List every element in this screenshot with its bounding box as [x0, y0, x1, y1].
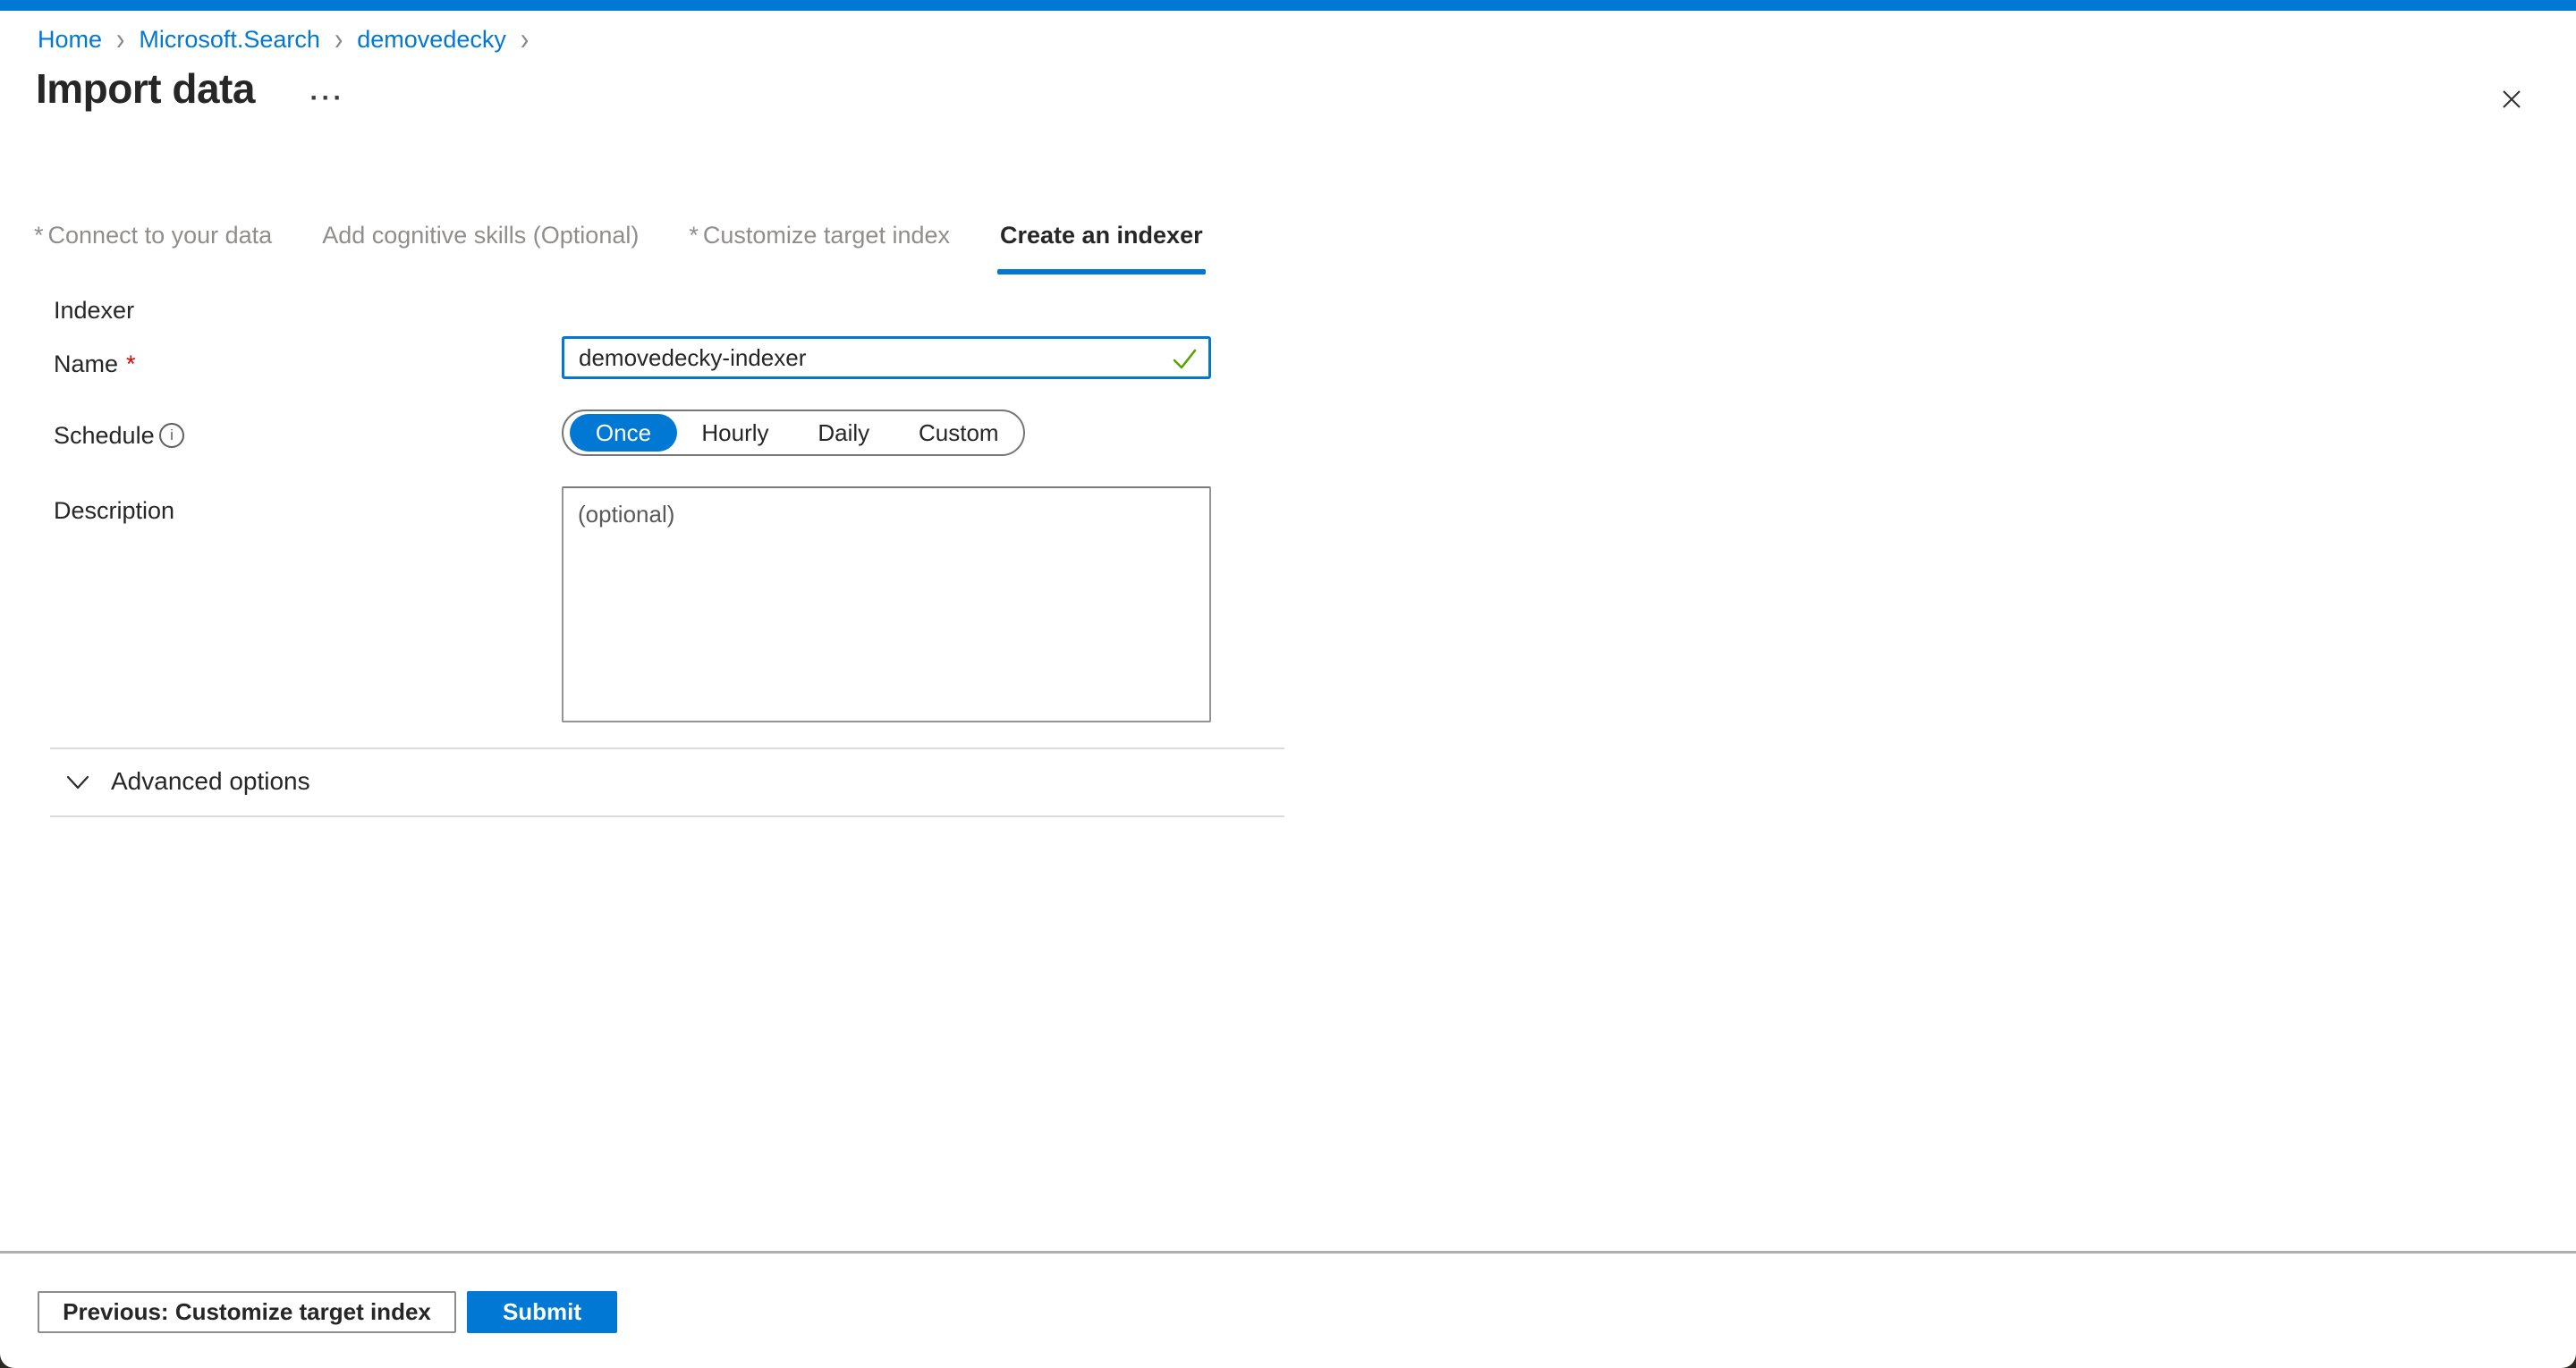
schedule-label: Schedule [54, 422, 155, 450]
schedule-option-hourly[interactable]: Hourly [701, 419, 768, 447]
schedule-option-custom[interactable]: Custom [919, 419, 999, 447]
submit-button[interactable]: Submit [467, 1291, 617, 1333]
more-options-icon[interactable]: ··· [301, 79, 354, 118]
tab-customize-target-index[interactable]: *Customize target index [689, 222, 950, 274]
top-accent-bar [0, 0, 2576, 11]
breadcrumb-link-microsoft-search[interactable]: Microsoft.Search [139, 26, 320, 54]
name-label-text: Name [54, 350, 118, 378]
schedule-toggle-group: Once Hourly Daily Custom [562, 410, 1025, 456]
schedule-label-text: Schedule [54, 422, 155, 450]
description-label-text: Description [54, 497, 174, 525]
name-label: Name * [54, 350, 136, 378]
footer-divider [0, 1251, 2576, 1254]
tab-label: Add cognitive skills (Optional) [322, 222, 639, 249]
wizard-tabs: *Connect to your data Add cognitive skil… [34, 222, 1253, 274]
tab-create-an-indexer[interactable]: Create an indexer [1000, 222, 1203, 274]
breadcrumb-separator-icon: › [521, 21, 529, 57]
previous-step-button[interactable]: Previous: Customize target index [38, 1291, 456, 1333]
breadcrumb-link-home[interactable]: Home [38, 26, 102, 54]
schedule-options: Hourly Daily Custom [677, 419, 1023, 447]
divider [50, 815, 1284, 817]
advanced-options-toggle[interactable]: Advanced options [64, 767, 310, 796]
tab-label: Connect to your data [48, 222, 273, 249]
breadcrumb-separator-icon: › [335, 21, 343, 57]
info-icon[interactable]: i [159, 423, 184, 448]
tab-add-cognitive-skills[interactable]: Add cognitive skills (Optional) [322, 222, 639, 274]
close-x-glyph [2496, 84, 2527, 114]
advanced-options-label: Advanced options [111, 767, 310, 796]
breadcrumb: Home › Microsoft.Search › demovedecky › [38, 25, 543, 54]
indexer-section-title: Indexer [54, 297, 134, 325]
tab-required-marker: * [34, 222, 44, 249]
name-field-wrap [562, 336, 1211, 379]
breadcrumb-link-demovedecky[interactable]: demovedecky [357, 26, 506, 54]
required-asterisk: * [126, 350, 136, 378]
tab-label: Customize target index [703, 222, 950, 249]
description-label: Description [54, 497, 174, 525]
import-data-panel: Home › Microsoft.Search › demovedecky › … [0, 0, 2576, 1368]
chevron-down-icon [64, 773, 91, 793]
indexer-name-input[interactable] [562, 336, 1211, 379]
valid-check-icon [1170, 344, 1199, 373]
schedule-option-once[interactable]: Once [570, 414, 677, 452]
description-textarea[interactable] [562, 486, 1211, 722]
close-icon[interactable] [2492, 80, 2531, 120]
active-tab-underline [997, 269, 1206, 274]
tab-required-marker: * [689, 222, 699, 249]
tab-label: Create an indexer [1000, 222, 1203, 249]
tab-connect-to-your-data[interactable]: *Connect to your data [34, 222, 272, 274]
schedule-option-daily[interactable]: Daily [818, 419, 869, 447]
breadcrumb-separator-icon: › [116, 21, 124, 57]
divider [50, 747, 1284, 749]
page-title: Import data [36, 64, 255, 113]
